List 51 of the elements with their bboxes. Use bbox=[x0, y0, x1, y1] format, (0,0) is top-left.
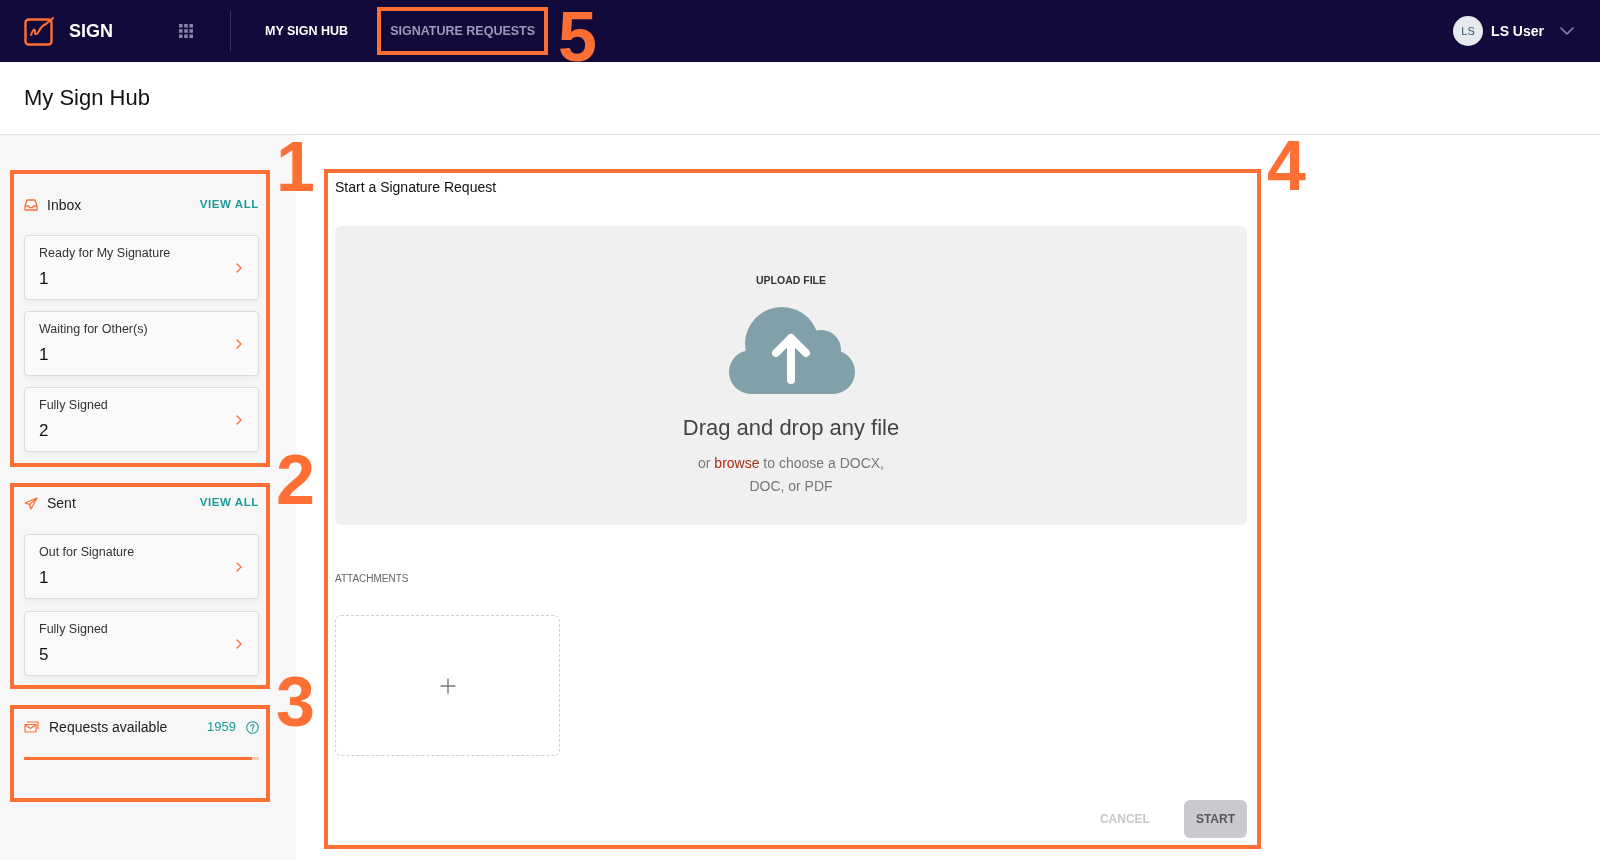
nav-link[interactable]: SIGNATURE REQUESTS bbox=[390, 21, 536, 41]
plus-icon bbox=[439, 677, 456, 694]
card-count: 1 bbox=[39, 268, 50, 290]
page-title: My Sign Hub bbox=[24, 84, 150, 112]
requests-count: 1959 bbox=[207, 718, 236, 737]
card-count: 1 bbox=[39, 344, 50, 366]
nav-link[interactable]: MY SIGN HUB bbox=[265, 21, 349, 41]
card-count: 1 bbox=[39, 567, 50, 589]
user-name[interactable]: LS User bbox=[1491, 20, 1544, 42]
attachments-label: ATTACHMENTS bbox=[335, 573, 409, 585]
paper-plane-icon bbox=[24, 496, 38, 510]
callout-number: 3 bbox=[276, 667, 315, 737]
chevron-down-icon[interactable] bbox=[1560, 27, 1574, 35]
inbox-tray-icon bbox=[24, 199, 38, 211]
brand-name: SIGN bbox=[69, 19, 113, 43]
dropzone-heading: Drag and drop any file bbox=[682, 414, 900, 442]
request-title: Start a Signature Request bbox=[335, 178, 497, 196]
chevron-right-icon bbox=[236, 338, 242, 349]
upload-hint: or browse to choose a DOCX, DOC, or PDF bbox=[697, 454, 885, 496]
upload-label: UPLOAD FILE bbox=[756, 273, 826, 287]
chevron-right-icon bbox=[236, 561, 242, 572]
requests-label: Requests available bbox=[49, 717, 168, 737]
grid-icon[interactable] bbox=[179, 24, 193, 38]
callout-number: 2 bbox=[276, 445, 315, 515]
help-icon[interactable] bbox=[246, 720, 259, 734]
upload-dropzone[interactable]: UPLOAD FILE Drag and drop any file or browse to choose a DOCX, DOC, or PDF bbox=[335, 226, 1247, 525]
section-title: Sent bbox=[47, 493, 76, 513]
callout-number: 1 bbox=[276, 132, 315, 202]
status-card[interactable]: Fully Signed 5 bbox=[24, 611, 259, 676]
cloud-upload-icon bbox=[727, 306, 855, 396]
status-card[interactable]: Fully Signed 2 bbox=[24, 387, 259, 452]
card-label: Waiting for Other(s) bbox=[39, 321, 148, 337]
card-label: Fully Signed bbox=[39, 397, 108, 413]
card-count: 5 bbox=[39, 644, 50, 666]
card-label: Ready for My Signature bbox=[39, 245, 171, 261]
card-label: Fully Signed bbox=[39, 621, 108, 637]
chevron-right-icon bbox=[236, 638, 242, 649]
chevron-right-icon bbox=[236, 262, 242, 273]
callout-number: 5 bbox=[558, 2, 597, 72]
card-label: Out for Signature bbox=[39, 544, 135, 560]
status-card[interactable]: Ready for My Signature 1 bbox=[24, 235, 259, 300]
envelopes-icon bbox=[24, 721, 39, 733]
chevron-right-icon bbox=[236, 414, 242, 425]
card-count: 2 bbox=[39, 420, 50, 442]
browse-link[interactable]: browse bbox=[714, 455, 760, 471]
status-card[interactable]: Out for Signature 1 bbox=[24, 534, 259, 599]
callout-number: 4 bbox=[1267, 131, 1306, 201]
user-avatar[interactable]: LS bbox=[1453, 16, 1484, 46]
section-title: Inbox bbox=[47, 195, 82, 215]
status-card[interactable]: Waiting for Other(s) 1 bbox=[24, 311, 259, 376]
signature-logo-icon[interactable] bbox=[24, 16, 55, 46]
